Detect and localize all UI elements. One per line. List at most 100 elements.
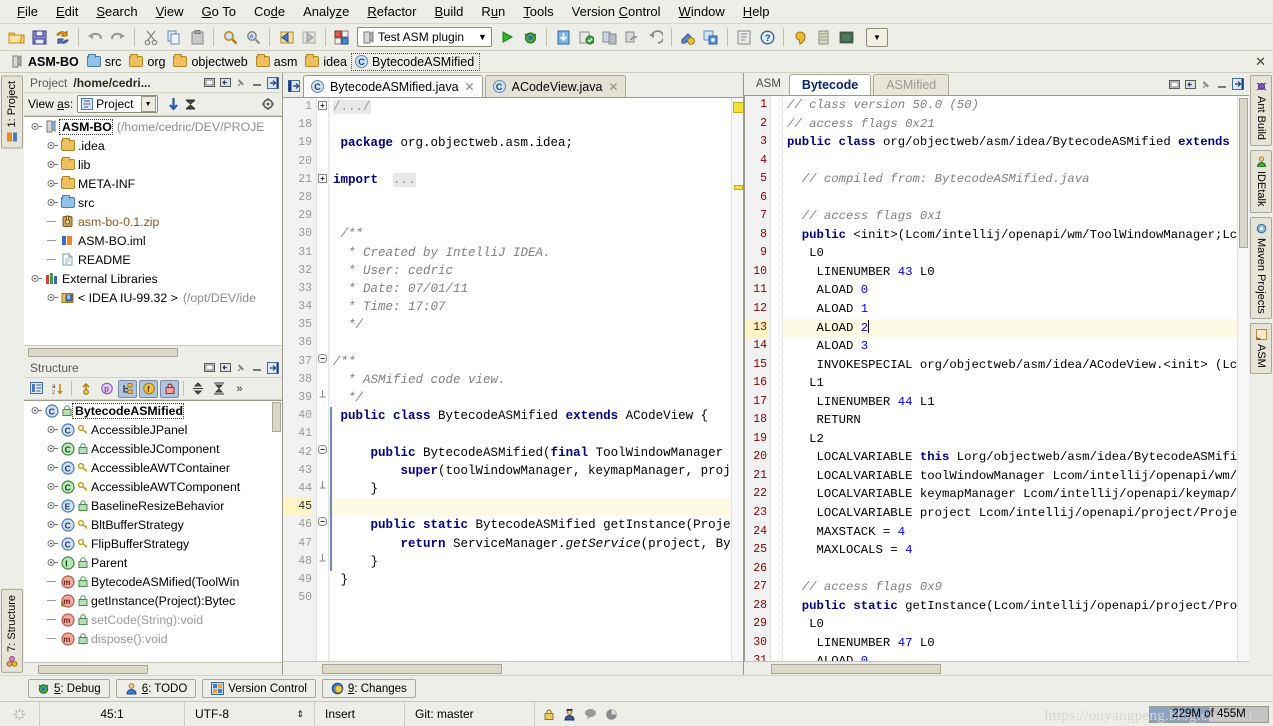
show-properties-icon[interactable]: p [97, 380, 116, 398]
close-icon[interactable]: ✕ [1255, 54, 1266, 70]
bytecode-line[interactable] [783, 560, 1237, 579]
sidebar-item-maven-projects[interactable]: Maven Projects [1250, 216, 1272, 320]
breadcrumb-item-class[interactable]: C BytecodeASMified [351, 52, 481, 71]
tree-collapse-handle[interactable] [46, 500, 59, 511]
tool-button-debug[interactable]: 5: Debug [28, 679, 110, 698]
structure-tree-row[interactable]: m setCode(String):void [24, 610, 282, 629]
replace-icon[interactable]: A [242, 26, 264, 48]
breadcrumb-item-org[interactable]: org [126, 54, 170, 70]
undo-icon[interactable] [84, 26, 106, 48]
fold-end-icon[interactable] [317, 553, 328, 571]
collapse-all-icon[interactable] [209, 380, 228, 398]
bytecode-area[interactable]: 1 2 3 4 5 6 7 8 9 10 11 12 13 14 15 16 17 18 19 20 21 22 23 24 2… [744, 95, 1249, 661]
bytecode-line[interactable]: public static getInstance(Lcom/intellij/… [783, 597, 1237, 616]
code-line[interactable]: * Time: 17:07 [329, 298, 731, 316]
code-line[interactable]: } [329, 553, 731, 571]
breadcrumb-item-module[interactable]: ASM-BO [8, 54, 84, 70]
code-line[interactable]: package org.objectweb.asm.idea; [329, 134, 731, 152]
code-line[interactable]: /** [329, 225, 731, 243]
hide-icon[interactable] [1232, 78, 1245, 91]
inspector-icon[interactable] [563, 708, 576, 721]
rollback-icon[interactable] [621, 26, 643, 48]
compile-icon[interactable] [331, 26, 353, 48]
close-icon[interactable]: ✕ [608, 80, 618, 94]
menu-item-view[interactable]: View [147, 2, 193, 21]
bytecode-line[interactable]: // access flags 0x1 [783, 207, 1237, 226]
menu-item-help[interactable]: Help [734, 2, 779, 21]
tab-asmified[interactable]: ASMified [873, 73, 950, 95]
project-tree-row[interactable]: External Libraries [24, 269, 282, 288]
structure-tree-row[interactable]: m dispose():void [24, 629, 282, 648]
fold-end-icon[interactable] [317, 480, 328, 498]
menu-item-refactor[interactable]: Refactor [358, 2, 425, 21]
menu-item-tools[interactable]: Tools [514, 2, 562, 21]
project-structure-icon[interactable] [700, 26, 722, 48]
code-line[interactable]: public BytecodeASMified(final ToolWindow… [329, 444, 731, 462]
pin-icon[interactable] [235, 76, 248, 89]
bytecode-line[interactable]: ALOAD 3 [783, 337, 1237, 356]
tree-expand-handle[interactable] [30, 405, 43, 416]
project-tree-row[interactable]: lib [24, 155, 282, 174]
pin-icon[interactable] [235, 361, 248, 374]
debug-icon[interactable] [519, 26, 541, 48]
tree-collapse-handle[interactable] [46, 159, 59, 170]
structure-tree-row[interactable]: m BytecodeASMified(ToolWin [24, 572, 282, 591]
tree-collapse-handle[interactable] [46, 481, 59, 492]
close-icon[interactable]: ✕ [465, 80, 475, 94]
bytecode-line[interactable]: LOCALVARIABLE project Lcom/intellij/open… [783, 504, 1237, 523]
update-project-icon[interactable] [552, 26, 574, 48]
minimize-icon[interactable] [1216, 78, 1229, 91]
code-line[interactable] [329, 334, 731, 352]
redo-icon[interactable] [107, 26, 129, 48]
bytecode-line[interactable]: MAXSTACK = 4 [783, 523, 1237, 542]
project-tree-row[interactable]: asm-bo-0.1.zip [24, 212, 282, 231]
project-tree-row[interactable]: META-INF [24, 174, 282, 193]
code-line[interactable]: super(toolWindowManager, keymapManager, … [329, 462, 731, 480]
code-line[interactable]: } [329, 480, 731, 498]
tool-button-changes[interactable]: 9: Changes [321, 679, 416, 698]
code-line[interactable] [329, 189, 731, 207]
editor-fold-column[interactable] [317, 98, 329, 661]
tab-acodeview-java[interactable]: C ACodeView.java ✕ [484, 75, 627, 97]
tree-collapse-handle[interactable] [46, 519, 59, 530]
bytecode-line[interactable]: LINENUMBER 44 L1 [783, 393, 1237, 412]
bytecode-line[interactable]: L2 [783, 430, 1237, 449]
fold-expand-icon[interactable] [317, 171, 328, 189]
bytecode-code[interactable]: // class version 50.0 (50) // access flag… [783, 96, 1237, 661]
restore-icon[interactable] [203, 76, 216, 89]
terminal-icon[interactable] [835, 26, 857, 48]
bytecode-line[interactable]: LINENUMBER 47 L0 [783, 634, 1237, 653]
code-line[interactable]: */ [329, 389, 731, 407]
tree-collapse-handle[interactable] [46, 197, 59, 208]
view-as-combo[interactable]: Project ▼ [77, 95, 158, 113]
breadcrumb-item-idea[interactable]: idea [302, 54, 352, 70]
bytecode-line[interactable]: LINENUMBER 43 L0 [783, 263, 1237, 282]
fold-collapse-icon[interactable] [317, 444, 328, 462]
structure-tree-row[interactable]: C AccessibleJComponent [24, 439, 282, 458]
warning-marker[interactable] [733, 102, 743, 113]
tree-collapse-handle[interactable] [46, 557, 59, 568]
breadcrumb-item-src[interactable]: src [84, 54, 127, 70]
structure-scrollbar-thumb[interactable] [272, 402, 281, 432]
project-tree-row[interactable]: < IDEA IU-99.32 > (/opt/DEV/ide [24, 288, 282, 307]
save-all-icon[interactable] [28, 26, 50, 48]
sort-alpha-icon[interactable]: az [48, 380, 67, 398]
breadcrumb-item-asm[interactable]: asm [253, 54, 303, 70]
tab-bytecodeasmified-java[interactable]: C BytecodeASMified.java ✕ [303, 75, 483, 97]
insert-mode[interactable]: Insert [315, 702, 405, 726]
settings-icon[interactable] [677, 26, 699, 48]
bytecode-hscrollbar[interactable] [744, 661, 1249, 675]
cut-icon[interactable] [140, 26, 162, 48]
paste-icon[interactable] [186, 26, 208, 48]
bytecode-line[interactable]: public <init>(Lcom/intellij/openapi/wm/T… [783, 226, 1237, 245]
bytecode-line[interactable]: // compiled from: BytecodeASMified.java [783, 170, 1237, 189]
group-icon[interactable] [27, 380, 46, 398]
project-tree-row[interactable]: src [24, 193, 282, 212]
bytecode-line[interactable]: LOCALVARIABLE this Lorg/objectweb/asm/id… [783, 448, 1237, 467]
tree-expand-handle[interactable] [30, 273, 43, 284]
code-line[interactable]: * Created by IntelliJ IDEA. [329, 244, 731, 262]
tree-expand-handle[interactable] [30, 121, 43, 132]
collapse-all-icon[interactable] [183, 98, 196, 111]
code-line[interactable]: * ASMified code view. [329, 371, 731, 389]
bytecode-line[interactable]: ALOAD 1 [783, 300, 1237, 319]
